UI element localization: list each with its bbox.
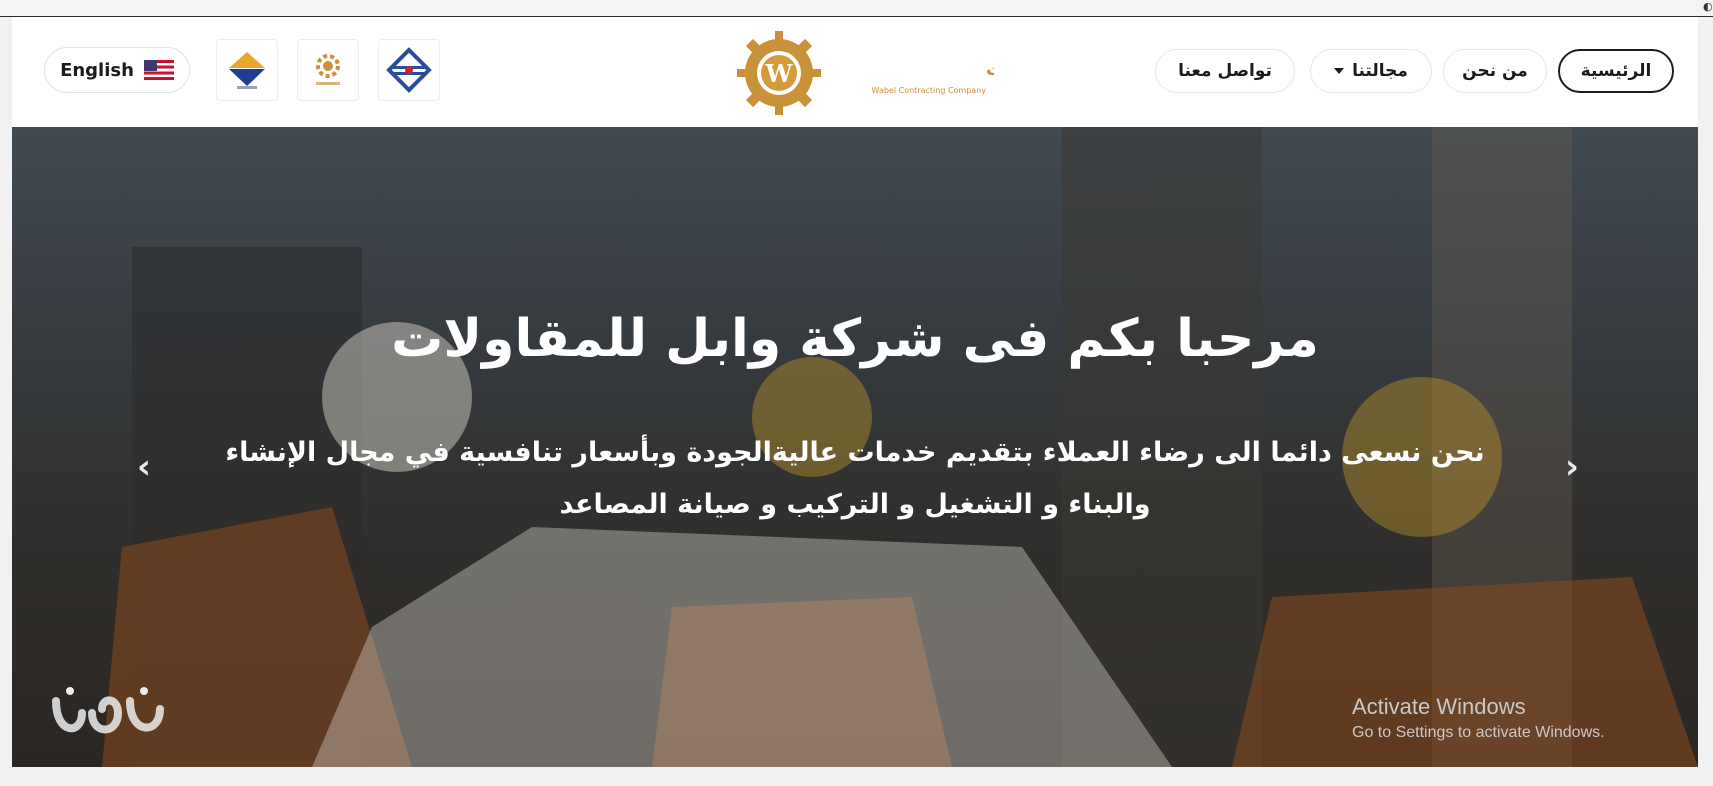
language-label: English — [60, 59, 134, 81]
nav-home-button[interactable]: الرئيسية — [1558, 49, 1674, 93]
svg-text:شركة وابل للمقاولات: شركة وابل للمقاولات — [986, 60, 994, 80]
hero-slider: ‹ › مرحبا بكم فى شركة وابل للمقاولات نحن… — [12, 127, 1698, 767]
language-switch-button[interactable]: English — [44, 47, 190, 93]
nav-home-label: الرئيسية — [1580, 61, 1652, 81]
dome-logo-icon — [229, 52, 265, 89]
corner-icon: ◐ — [1703, 0, 1713, 13]
partner-logo-dome[interactable] — [216, 39, 278, 101]
company-logo[interactable]: W شركة وابل للمقاولات Wabel Contracting … — [734, 27, 994, 119]
svg-text:Wabel Contracting Company: Wabel Contracting Company — [872, 86, 987, 95]
caret-down-icon — [1334, 68, 1345, 74]
carousel-next-button[interactable]: › — [1554, 449, 1590, 485]
partner-logo-gear[interactable] — [297, 39, 359, 101]
activate-subtitle: Go to Settings to activate Windows. — [1352, 724, 1605, 741]
nav-about-button[interactable]: من نحن — [1443, 49, 1547, 93]
partner-logo-diamond[interactable] — [378, 39, 440, 101]
nav-contact-label: تواصل معنا — [1178, 61, 1272, 81]
diamond-logo-icon — [386, 47, 432, 93]
nav-about-label: من نحن — [1462, 61, 1528, 81]
hero-title: مرحبا بكم فى شركة وابل للمقاولات — [391, 309, 1319, 369]
hero-subtitle: نحن نسعى دائما الى رضاء العملاء بتقديم خ… — [212, 427, 1498, 531]
svg-text:W: W — [765, 59, 794, 88]
carousel-prev-button[interactable]: ‹ — [126, 449, 162, 485]
watermark-logo-icon — [52, 687, 164, 734]
site-header: English W Wabel Contracting Company تواص… — [12, 17, 1698, 127]
browser-top-strip — [0, 0, 1713, 17]
gear-logo-icon — [316, 54, 340, 85]
browser-bottom-strip — [0, 767, 1713, 786]
page: English W Wabel Contracting Company تواص… — [12, 17, 1698, 767]
nav-contact-button[interactable]: تواصل معنا — [1155, 49, 1295, 93]
nav-fields-dropdown[interactable]: مجالتنا — [1310, 49, 1432, 93]
nav-fields-label: مجالتنا — [1352, 61, 1408, 81]
us-flag-icon — [143, 60, 174, 80]
hero-subtitle-line-2: والبناء و التشغيل و التركيب و صيانة المص… — [559, 489, 1151, 520]
activate-title: Activate Windows — [1352, 694, 1526, 719]
hero-subtitle-line-1: نحن نسعى دائما الى رضاء العملاء بتقديم خ… — [225, 437, 1485, 468]
windows-activation-notice: Activate Windows Go to Settings to activ… — [1352, 693, 1605, 745]
